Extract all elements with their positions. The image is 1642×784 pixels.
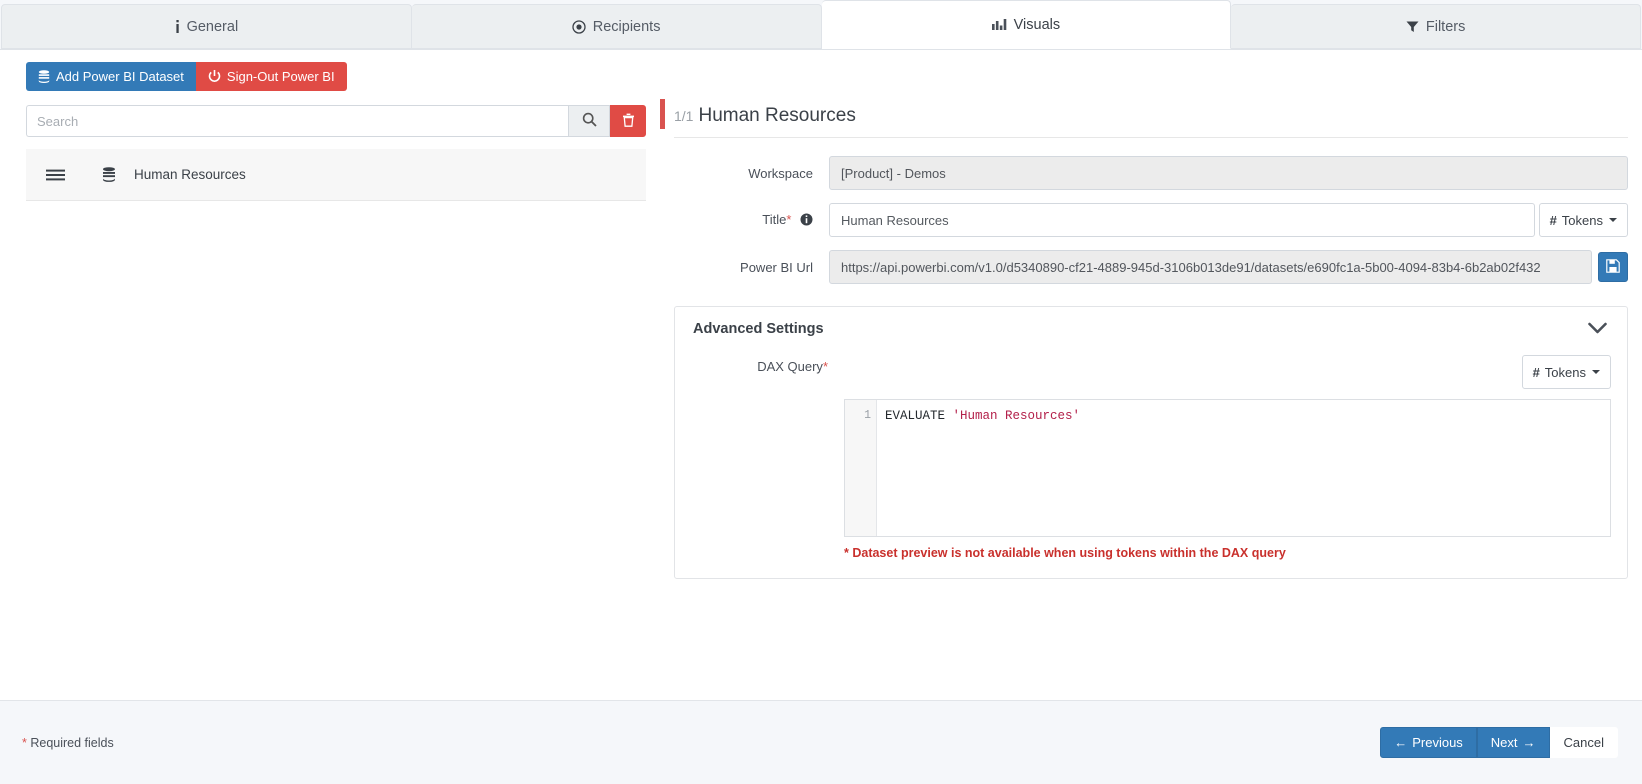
sign-out-power-bi-label: Sign-Out Power BI	[227, 69, 335, 84]
dax-keyword: EVALUATE	[885, 409, 953, 423]
search-row	[26, 105, 646, 137]
footer-buttons: ← Previous Next → Cancel	[1380, 727, 1618, 758]
title-tokens-label: Tokens	[1562, 213, 1603, 228]
bar-chart-icon	[992, 18, 1007, 31]
dax-query-editor[interactable]: 1 EVALUATE 'Human Resources'	[844, 399, 1611, 537]
tab-filters[interactable]: Filters	[1231, 4, 1641, 49]
dax-query-label-text: DAX Query	[757, 359, 823, 374]
main-content: Human Resources 1/1 Human Resources Works…	[0, 91, 1642, 691]
delete-datasets-button[interactable]	[610, 105, 646, 137]
funnel-icon	[1406, 20, 1419, 33]
workspace-label: Workspace	[674, 166, 829, 181]
tab-general-label: General	[187, 19, 239, 35]
title-field[interactable]	[829, 203, 1535, 237]
editor-code-area[interactable]: EVALUATE 'Human Resources'	[877, 400, 1610, 536]
target-icon	[572, 20, 586, 34]
trash-icon	[622, 113, 635, 130]
power-bi-url-label: Power BI Url	[674, 260, 829, 275]
advanced-settings-title: Advanced Settings	[689, 321, 824, 337]
advanced-settings-header: Advanced Settings	[689, 321, 1611, 337]
tab-recipients-label: Recipients	[593, 19, 661, 35]
power-icon	[208, 70, 221, 83]
cancel-label: Cancel	[1564, 735, 1604, 750]
workspace-field[interactable]	[829, 156, 1628, 190]
dax-toolbar: # Tokens	[844, 355, 1611, 389]
database-icon	[38, 70, 50, 84]
sign-out-power-bi-button[interactable]: Sign-Out Power BI	[196, 62, 347, 91]
tab-filters-label: Filters	[1426, 19, 1465, 35]
required-asterisk: *	[22, 736, 27, 750]
editor-line-numbers: 1	[845, 400, 877, 536]
previous-button[interactable]: ← Previous	[1380, 727, 1477, 758]
save-url-button[interactable]	[1598, 252, 1628, 282]
dataset-index: 1/1	[674, 108, 693, 124]
next-label: Next	[1491, 735, 1518, 750]
drag-handle-icon[interactable]	[26, 168, 84, 182]
wizard-tab-bar: General Recipients Visuals Fil	[0, 0, 1642, 50]
title-label-text: Title	[762, 212, 786, 227]
chevron-down-icon	[1609, 218, 1617, 222]
collapse-toggle[interactable]	[1588, 322, 1611, 337]
title-row: Title* # Tokens	[674, 203, 1628, 237]
info-circle-icon[interactable]	[800, 214, 813, 229]
dax-tokens-label: Tokens	[1545, 365, 1586, 380]
dataset-name: Human Resources	[134, 167, 246, 182]
dataset-title: Human Resources	[698, 105, 855, 126]
arrow-left-icon: ←	[1394, 735, 1407, 750]
chevron-down-icon	[1592, 370, 1600, 374]
database-icon	[84, 167, 134, 183]
dax-query-row: DAX Query* # Tokens 1 EVALUATE	[689, 355, 1611, 560]
dax-preview-note: * Dataset preview is not available when …	[844, 546, 1611, 560]
dataset-detail-panel: 1/1Human Resources Workspace Title*	[660, 105, 1642, 691]
dax-table-reference: 'Human Resources'	[953, 409, 1081, 423]
required-asterisk: *	[786, 212, 791, 227]
required-fields-text: Required fields	[30, 736, 113, 750]
search-icon	[582, 112, 597, 130]
required-asterisk: *	[823, 359, 828, 374]
dax-tokens-dropdown[interactable]: # Tokens	[1522, 355, 1611, 389]
advanced-settings-card: Advanced Settings DAX Query*	[674, 306, 1628, 579]
add-power-bi-dataset-label: Add Power BI Dataset	[56, 69, 184, 84]
powerbi-toolbar: Add Power BI Dataset Sign-Out Power BI	[0, 50, 1642, 91]
title-label: Title*	[674, 212, 829, 229]
cancel-button[interactable]: Cancel	[1550, 727, 1618, 758]
required-fields-note: * Required fields	[22, 736, 114, 750]
dataset-list: Human Resources	[26, 149, 646, 201]
hash-icon: #	[1550, 213, 1557, 228]
tab-visuals[interactable]: Visuals	[822, 0, 1232, 49]
list-item[interactable]: Human Resources	[26, 149, 646, 201]
arrow-right-icon: →	[1523, 735, 1536, 750]
next-button[interactable]: Next →	[1477, 727, 1550, 758]
power-bi-url-field[interactable]	[829, 250, 1592, 284]
info-icon	[175, 20, 180, 34]
dax-query-label: DAX Query*	[689, 355, 844, 374]
search-input[interactable]	[26, 105, 568, 137]
add-power-bi-dataset-button[interactable]: Add Power BI Dataset	[26, 62, 196, 91]
title-tokens-dropdown[interactable]: # Tokens	[1539, 203, 1628, 237]
previous-label: Previous	[1412, 735, 1463, 750]
save-disk-icon	[1606, 259, 1620, 276]
visuals-wizard-page: General Recipients Visuals Fil	[0, 0, 1642, 784]
page-title: 1/1 Human Resources	[674, 105, 1628, 138]
power-bi-url-row: Power BI Url	[674, 250, 1628, 284]
tab-recipients[interactable]: Recipients	[412, 4, 822, 49]
dataset-list-panel: Human Resources	[0, 105, 660, 691]
search-button[interactable]	[568, 105, 610, 137]
tab-visuals-label: Visuals	[1014, 17, 1060, 33]
tab-general[interactable]: General	[1, 4, 412, 49]
workspace-row: Workspace	[674, 156, 1628, 190]
hash-icon: #	[1533, 365, 1540, 380]
wizard-footer: * Required fields ← Previous Next → Canc…	[0, 700, 1642, 784]
